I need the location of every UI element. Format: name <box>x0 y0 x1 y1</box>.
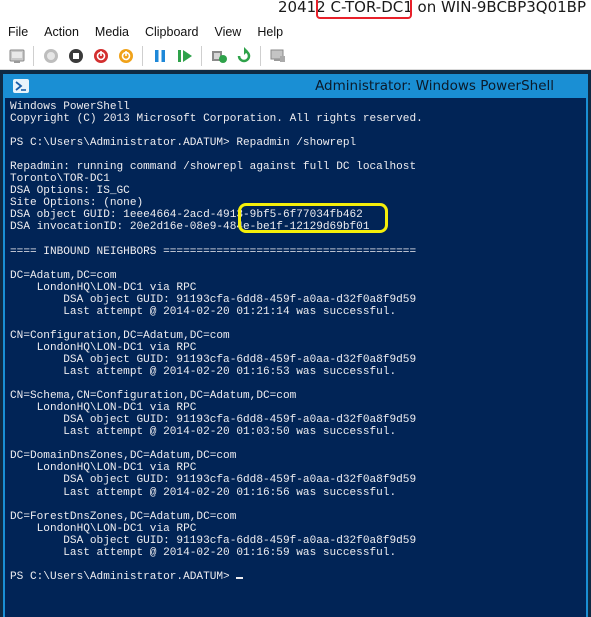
console-line: ==== INBOUND NEIGHBORS =================… <box>10 245 417 258</box>
resume-icon[interactable] <box>174 45 196 67</box>
console-line: Last attempt @ 2014-02-20 01:21:14 was s… <box>10 305 397 318</box>
console-line: DSA object GUID: 91193cfa-6dd8-459f-a0aa… <box>10 293 417 306</box>
turn-off-icon[interactable] <box>65 45 87 67</box>
console-line: DC=Adatum,DC=com <box>10 269 117 282</box>
console-line: LondonHQ\LON-DC1 via RPC <box>10 341 197 354</box>
menu-bar: File Action Media Clipboard View Help <box>0 22 591 42</box>
console-line: Last attempt @ 2014-02-20 01:16:53 was s… <box>10 366 397 379</box>
menu-file[interactable]: File <box>0 22 36 42</box>
text-cursor <box>235 576 243 579</box>
menu-clipboard[interactable]: Clipboard <box>137 22 207 42</box>
console-line: Copyright (C) 2013 Microsoft Corporation… <box>10 113 423 126</box>
console-line: LondonHQ\LON-DC1 via RPC <box>10 281 197 294</box>
powershell-window-title: Administrator: Windows PowerShell <box>315 78 554 94</box>
console-line: Last attempt @ 2014-02-20 01:16:56 was s… <box>10 486 397 499</box>
console-line: LondonHQ\LON-DC1 via RPC <box>10 402 197 415</box>
powershell-title-bar[interactable]: Administrator: Windows PowerShell <box>5 74 586 98</box>
toolbar-separator <box>260 45 261 66</box>
console-line: Toronto\TOR-DC1 <box>10 173 110 186</box>
command-highlight-annotation <box>238 203 388 233</box>
powershell-window[interactable]: Administrator: Windows PowerShell Window… <box>3 74 588 617</box>
menu-action[interactable]: Action <box>36 22 87 42</box>
console-line: Last attempt @ 2014-02-20 01:16:59 was s… <box>10 546 397 559</box>
vm-name-highlight-annotation <box>316 0 412 19</box>
console-line: DSA object GUID: 91193cfa-6dd8-459f-a0aa… <box>10 353 417 366</box>
toolbar-separator <box>201 45 202 66</box>
console-line: Windows PowerShell <box>10 101 130 113</box>
toolbar-separator <box>33 45 34 66</box>
console-line: DC=ForestDnsZones,DC=Adatum,DC=com <box>10 510 237 523</box>
console-prompt: PS C:\Users\Administrator.ADATUM> <box>10 570 230 583</box>
console-line: DSA object GUID: 91193cfa-6dd8-459f-a0aa… <box>10 474 417 487</box>
console-line: CN=Schema,CN=Configuration,DC=Adatum,DC=… <box>10 390 297 403</box>
shutdown-icon[interactable] <box>90 45 112 67</box>
enhanced-session-icon[interactable] <box>267 45 289 67</box>
console-line: CN=Configuration,DC=Adatum,DC=com <box>10 329 230 342</box>
toolbar-separator <box>142 45 143 66</box>
powershell-icon <box>13 79 29 93</box>
console-line: DSA Options: IS_GC <box>10 185 130 198</box>
save-icon[interactable] <box>115 45 137 67</box>
toolbar <box>0 42 591 70</box>
console-line: DSA object GUID: 91193cfa-6dd8-459f-a0aa… <box>10 414 417 427</box>
menu-view[interactable]: View <box>206 22 249 42</box>
console-line: PS C:\Users\Administrator.ADATUM> Repadm… <box>10 137 357 150</box>
console-line: Repadmin: running command /showrepl agai… <box>10 161 417 174</box>
checkpoint-icon[interactable] <box>208 45 230 67</box>
start-icon[interactable] <box>40 45 62 67</box>
console-line: Last attempt @ 2014-02-20 01:03:50 was s… <box>10 426 397 439</box>
ctrl-alt-del-icon[interactable] <box>6 45 28 67</box>
console-line: LondonHQ\LON-DC1 via RPC <box>10 522 197 535</box>
revert-icon[interactable] <box>233 45 255 67</box>
console-prompt-line[interactable]: PS C:\Users\Administrator.ADATUM> <box>10 571 582 583</box>
console-line: DSA object GUID: 91193cfa-6dd8-459f-a0aa… <box>10 534 417 547</box>
host-title-bar: 20412 C-TOR-DC1 on WIN-9BCBP3Q01BP - Vir… <box>0 0 591 22</box>
console-line: LondonHQ\LON-DC1 via RPC <box>10 462 197 475</box>
pause-icon[interactable] <box>149 45 171 67</box>
console-output[interactable]: Windows PowerShell Copyright (C) 2013 Mic… <box>10 101 582 617</box>
menu-media[interactable]: Media <box>87 22 137 42</box>
menu-help[interactable]: Help <box>249 22 291 42</box>
console-line: DC=DomainDnsZones,DC=Adatum,DC=com <box>10 450 237 463</box>
